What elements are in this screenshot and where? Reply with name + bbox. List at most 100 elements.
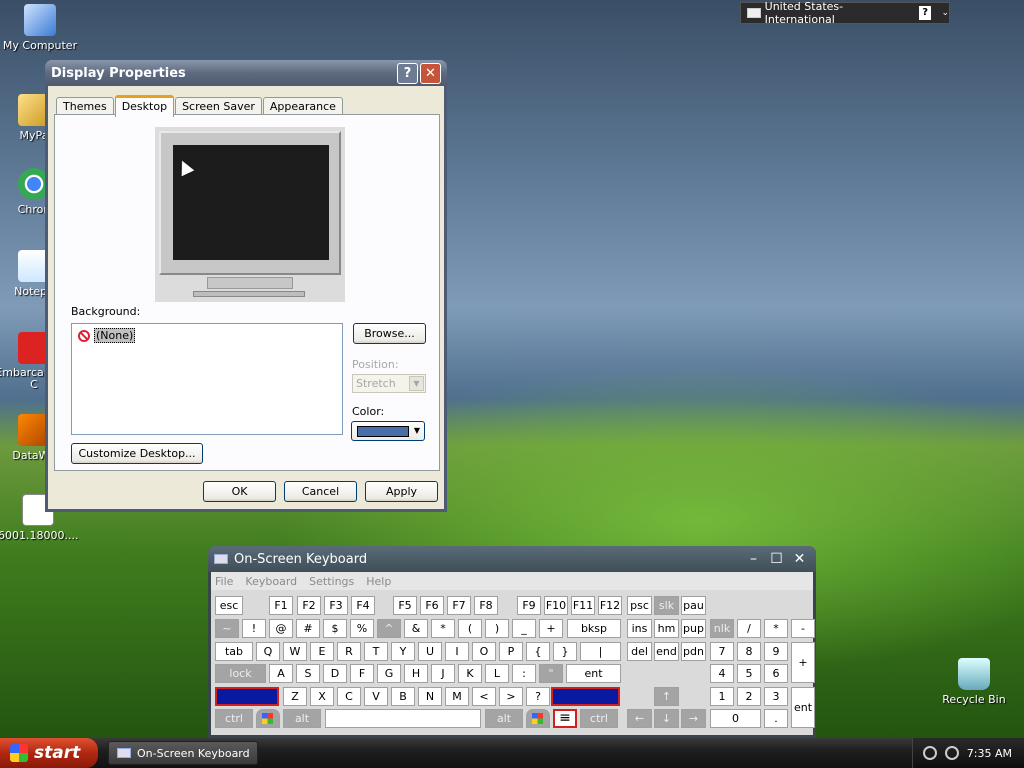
customize-desktop-button[interactable]: Customize Desktop...: [71, 443, 203, 464]
osk-titlebar[interactable]: On-Screen Keyboard – ☐ ✕: [208, 546, 816, 572]
key-3-0[interactable]: lock: [215, 664, 266, 683]
key-3-3[interactable]: D: [323, 664, 347, 683]
key-3-5[interactable]: G: [377, 664, 401, 683]
key-5-7[interactable]: ctrl: [580, 709, 618, 728]
key-0-3[interactable]: F3: [324, 596, 348, 615]
key-5-5[interactable]: [526, 709, 550, 728]
key-5-1[interactable]: [256, 709, 280, 728]
desktop-icon-my-computer[interactable]: My Computer: [0, 4, 80, 52]
close-button[interactable]: ✕: [789, 549, 810, 570]
start-button[interactable]: start: [0, 738, 98, 768]
key-2-14[interactable]: del: [627, 642, 652, 661]
key-4-9[interactable]: >: [499, 687, 523, 706]
key-2-5[interactable]: T: [364, 642, 388, 661]
key-4-3[interactable]: C: [337, 687, 361, 706]
key-4-16[interactable]: ent: [791, 687, 815, 728]
browse-button[interactable]: Browse...: [353, 323, 426, 344]
key-2-1[interactable]: Q: [256, 642, 280, 661]
apply-button[interactable]: Apply: [365, 481, 438, 502]
key-1-10[interactable]: ): [485, 619, 509, 638]
key-3-12[interactable]: ent: [566, 664, 621, 683]
key-2-9[interactable]: O: [472, 642, 496, 661]
list-item[interactable]: (None): [78, 328, 136, 343]
key-4-1[interactable]: Z: [283, 687, 307, 706]
key-0-4[interactable]: F4: [351, 596, 375, 615]
key-1-3[interactable]: #: [296, 619, 320, 638]
key-2-16[interactable]: pdn: [681, 642, 706, 661]
key-2-7[interactable]: U: [418, 642, 442, 661]
key-5-2[interactable]: alt: [283, 709, 321, 728]
key-1-9[interactable]: (: [458, 619, 482, 638]
key-4-6[interactable]: N: [418, 687, 442, 706]
taskbar-item-osk[interactable]: On-Screen Keyboard: [108, 741, 258, 765]
key-1-7[interactable]: &: [404, 619, 428, 638]
key-4-7[interactable]: M: [445, 687, 469, 706]
key-2-18[interactable]: 8: [737, 642, 761, 661]
key-2-15[interactable]: end: [654, 642, 679, 661]
key-3-4[interactable]: F: [350, 664, 374, 683]
key-3-7[interactable]: J: [431, 664, 455, 683]
key-0-12[interactable]: F12: [598, 596, 622, 615]
key-2-10[interactable]: P: [499, 642, 523, 661]
tab-desktop[interactable]: Desktop: [114, 95, 175, 117]
key-5-4[interactable]: alt: [485, 709, 523, 728]
tray-network-icon[interactable]: [922, 746, 937, 760]
key-2-6[interactable]: Y: [391, 642, 415, 661]
key-4-14[interactable]: 2: [737, 687, 761, 706]
key-4-11[interactable]: shft: [551, 687, 620, 706]
desktop-icon-recycle-bin[interactable]: Recycle Bin: [934, 658, 1014, 706]
display-properties-titlebar[interactable]: Display Properties ? ✕: [45, 60, 447, 86]
key-2-0[interactable]: tab: [215, 642, 253, 661]
menu-keyboard[interactable]: Keyboard: [245, 575, 297, 588]
background-listbox[interactable]: (None): [71, 323, 343, 435]
key-4-4[interactable]: V: [364, 687, 388, 706]
key-0-2[interactable]: F2: [297, 596, 321, 615]
key-2-12[interactable]: }: [553, 642, 577, 661]
key-5-0[interactable]: ctrl: [215, 709, 253, 728]
key-4-0[interactable]: shft: [215, 687, 279, 706]
key-1-2[interactable]: @: [269, 619, 293, 638]
key-4-2[interactable]: X: [310, 687, 334, 706]
key-3-15[interactable]: 6: [764, 664, 788, 683]
key-1-8[interactable]: *: [431, 619, 455, 638]
key-1-0[interactable]: ~: [215, 619, 239, 638]
key-1-5[interactable]: %: [350, 619, 374, 638]
language-bar[interactable]: United States-International ? ⌄: [740, 0, 950, 26]
key-1-13[interactable]: bksp: [567, 619, 621, 638]
key-4-8[interactable]: <: [472, 687, 496, 706]
key-3-14[interactable]: 5: [737, 664, 761, 683]
cancel-button[interactable]: Cancel: [284, 481, 357, 502]
ok-button[interactable]: OK: [203, 481, 276, 502]
key-1-18[interactable]: /: [737, 619, 761, 638]
key-0-5[interactable]: F5: [393, 596, 417, 615]
key-0-11[interactable]: F11: [571, 596, 595, 615]
key-2-13[interactable]: |: [580, 642, 621, 661]
key-3-1[interactable]: A: [269, 664, 293, 683]
close-button[interactable]: ✕: [420, 62, 441, 84]
key-2-4[interactable]: R: [337, 642, 361, 661]
key-4-5[interactable]: B: [391, 687, 415, 706]
key-0-10[interactable]: F10: [544, 596, 568, 615]
maximize-button[interactable]: ☐: [766, 549, 787, 570]
key-1-15[interactable]: hm: [654, 619, 679, 638]
key-0-6[interactable]: F6: [420, 596, 444, 615]
key-0-1[interactable]: F1: [269, 596, 293, 615]
key-5-11[interactable]: 0: [710, 709, 761, 728]
key-5-12[interactable]: .: [764, 709, 788, 728]
key-0-15[interactable]: pau: [681, 596, 706, 615]
key-3-10[interactable]: :: [512, 664, 536, 683]
key-2-8[interactable]: I: [445, 642, 469, 661]
key-1-6[interactable]: ^: [377, 619, 401, 638]
key-1-16[interactable]: pup: [681, 619, 706, 638]
key-4-12[interactable]: ↑: [654, 687, 679, 706]
chevron-down-icon[interactable]: ⌄: [941, 8, 949, 18]
key-2-3[interactable]: E: [310, 642, 334, 661]
key-0-13[interactable]: psc: [627, 596, 652, 615]
color-picker-button[interactable]: ▼: [351, 421, 425, 441]
key-0-7[interactable]: F7: [447, 596, 471, 615]
key-1-4[interactable]: $: [323, 619, 347, 638]
menu-file[interactable]: File: [215, 575, 233, 588]
key-2-20[interactable]: +: [791, 642, 815, 683]
key-2-19[interactable]: 9: [764, 642, 788, 661]
key-2-2[interactable]: W: [283, 642, 307, 661]
